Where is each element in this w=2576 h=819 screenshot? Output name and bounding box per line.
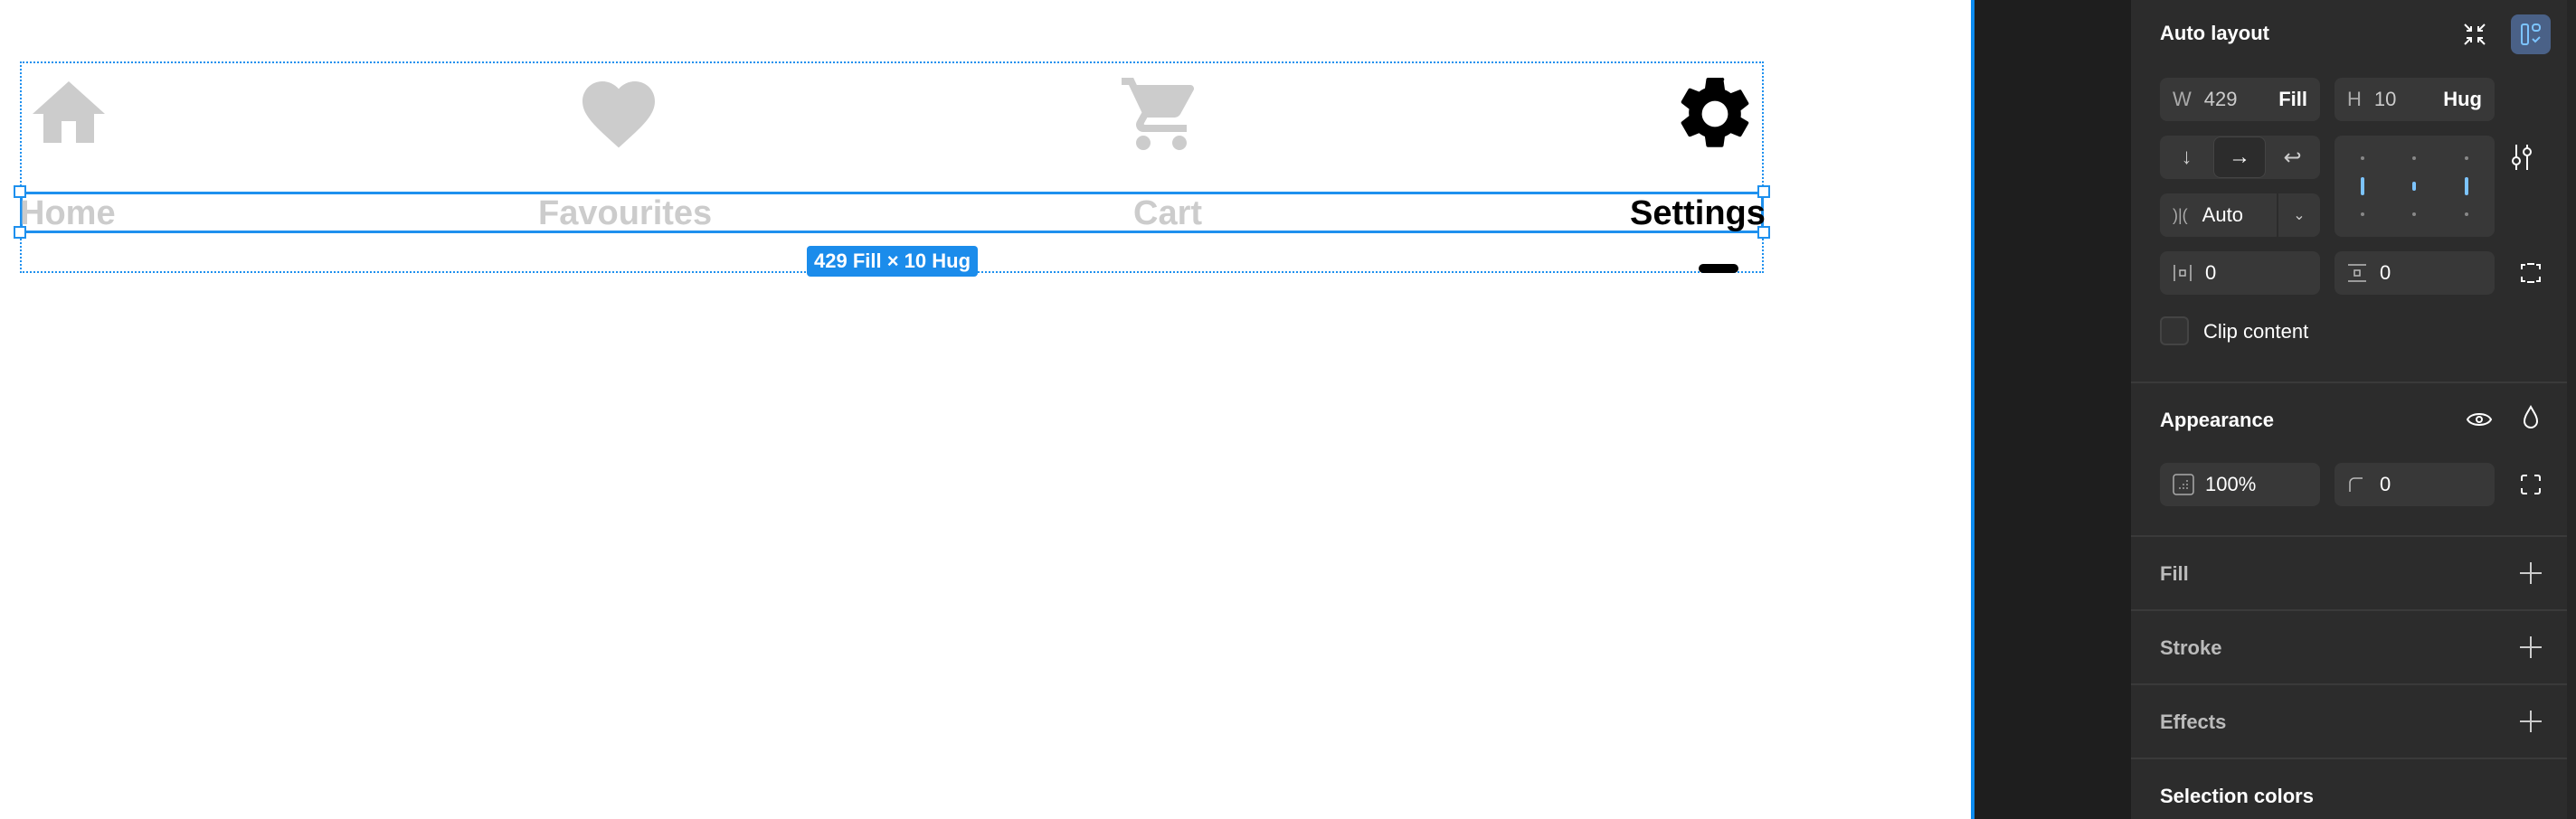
vertical-padding-value[interactable]: 0 <box>2380 261 2391 285</box>
appearance-title: Appearance <box>2160 409 2274 431</box>
resize-handle[interactable] <box>14 185 26 198</box>
divider <box>2131 683 2567 685</box>
width-mode[interactable]: Fill <box>2278 88 2307 111</box>
horizontal-direction-button[interactable]: → <box>2213 136 2266 178</box>
cart-icon[interactable] <box>1118 71 1205 157</box>
fill-title: Fill <box>2160 562 2189 585</box>
heart-icon[interactable] <box>575 71 662 157</box>
plus-icon <box>2520 636 2542 658</box>
selection-colors-title: Selection colors <box>2160 785 2314 807</box>
vertical-padding-field[interactable]: 0 <box>2334 251 2495 295</box>
eye-icon[interactable] <box>2466 409 2493 430</box>
add-effect-button[interactable] <box>2520 711 2542 732</box>
gap-field[interactable]: )|( Auto ⌄ <box>2160 193 2320 237</box>
vertical-padding-icon <box>2348 264 2366 282</box>
nav-label-favourites[interactable]: Favourites <box>538 193 712 233</box>
home-icon[interactable] <box>25 71 112 157</box>
divider <box>2131 758 2567 759</box>
individual-padding-icon[interactable] <box>2520 262 2542 284</box>
height-mode[interactable]: Hug <box>2443 88 2482 111</box>
direction-segment[interactable]: ↓ → ↩ <box>2160 136 2320 179</box>
width-field[interactable]: W 429 Fill <box>2160 78 2320 121</box>
nav-label-home[interactable]: Home <box>20 193 116 233</box>
layout-guide-toggle[interactable] <box>2511 14 2551 54</box>
panel-scrollbar[interactable] <box>2567 0 2576 819</box>
add-stroke-button[interactable] <box>2520 636 2542 658</box>
divider <box>2131 535 2567 537</box>
horizontal-padding-field[interactable]: 0 <box>2160 251 2320 295</box>
divider <box>2131 381 2567 383</box>
size-badge: 429 Fill × 10 Hug <box>807 246 979 277</box>
individual-corners-icon[interactable] <box>2520 474 2542 495</box>
nav-label-settings[interactable]: Settings <box>1630 193 1766 233</box>
gap-icon: )|( <box>2173 205 2188 224</box>
resize-handle[interactable] <box>1757 226 1770 239</box>
plus-icon <box>2520 711 2542 732</box>
opacity-field[interactable]: 100% <box>2160 463 2320 506</box>
plus-icon <box>2520 562 2542 584</box>
clip-content-checkbox[interactable] <box>2160 316 2189 345</box>
collapse-icon[interactable] <box>2462 22 2487 47</box>
height-label: H <box>2347 88 2362 110</box>
design-canvas[interactable]: Home Favourites Cart Settings 429 Fill ×… <box>0 0 1973 819</box>
nav-label-cart[interactable]: Cart <box>1133 193 1202 233</box>
blend-mode-icon[interactable] <box>2522 405 2540 430</box>
selected-labels-row[interactable] <box>20 192 1764 233</box>
vertical-direction-button[interactable]: ↓ <box>2160 145 2213 170</box>
auto-layout-title: Auto layout <box>2160 22 2269 44</box>
advanced-settings-icon[interactable] <box>2509 143 2534 172</box>
bottom-nav-frame[interactable] <box>20 61 1764 273</box>
gap-value[interactable]: Auto <box>2202 203 2243 227</box>
corner-radius-icon <box>2349 477 2363 492</box>
height-value[interactable]: 10 <box>2374 88 2396 111</box>
gear-icon[interactable] <box>1672 71 1758 157</box>
effects-title: Effects <box>2160 711 2227 733</box>
stroke-title: Stroke <box>2160 636 2222 659</box>
alignment-grid[interactable] <box>2334 136 2495 237</box>
resize-handle[interactable] <box>1757 185 1770 198</box>
add-fill-button[interactable] <box>2520 562 2542 584</box>
opacity-icon <box>2173 474 2194 495</box>
properties-panel: Auto layout W 429 Fill H 10 Hug ↓ → ↩ )|… <box>2131 0 2576 819</box>
chevron-down-icon[interactable]: ⌄ <box>2277 193 2320 237</box>
clip-content-label[interactable]: Clip content <box>2203 320 2308 344</box>
resize-handle[interactable] <box>14 226 26 239</box>
active-indicator <box>1699 264 1738 273</box>
canvas-gutter <box>1975 0 2131 819</box>
wrap-direction-button[interactable]: ↩ <box>2266 145 2319 171</box>
divider <box>2131 609 2567 611</box>
corner-radius-field[interactable]: 0 <box>2334 463 2495 506</box>
horizontal-padding-value[interactable]: 0 <box>2205 261 2216 285</box>
opacity-value[interactable]: 100% <box>2205 473 2256 496</box>
width-value[interactable]: 429 <box>2204 88 2238 111</box>
corner-radius-value[interactable]: 0 <box>2380 473 2391 496</box>
horizontal-padding-icon <box>2174 265 2192 281</box>
height-field[interactable]: H 10 Hug <box>2334 78 2495 121</box>
width-label: W <box>2173 88 2192 110</box>
